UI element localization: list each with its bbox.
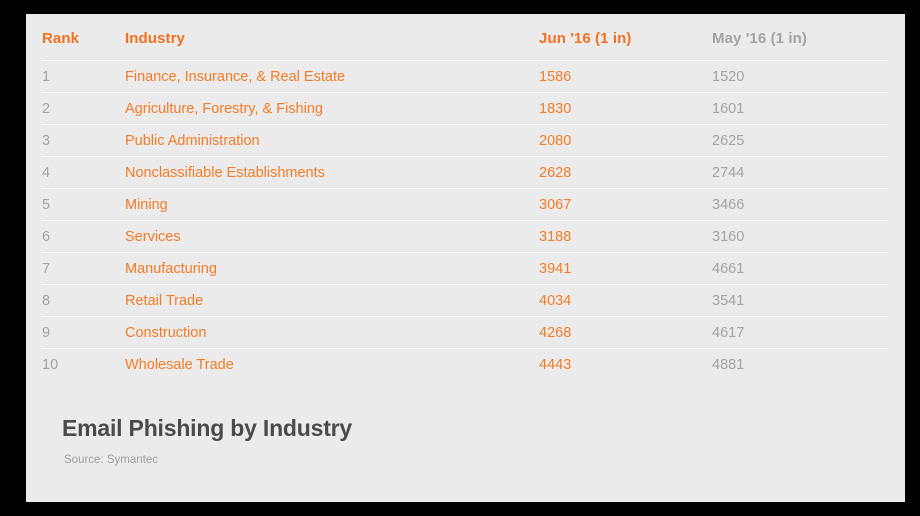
cell-rank: 7 bbox=[42, 260, 51, 277]
cell-rank: 8 bbox=[42, 292, 51, 309]
table-header: Rank Industry Jun '16 (1 in) May '16 (1 … bbox=[42, 30, 889, 61]
cell-may-16: 1520 bbox=[712, 68, 745, 85]
cell-jun-16: 4034 bbox=[539, 292, 572, 309]
cell-jun-16: 2628 bbox=[539, 164, 572, 181]
cell-rank: 9 bbox=[42, 324, 51, 341]
cell-rank: 5 bbox=[42, 196, 51, 213]
column-header-may-16: May '16 (1 in) bbox=[712, 30, 807, 47]
cell-industry: Construction bbox=[125, 324, 207, 341]
cell-jun-16: 4443 bbox=[539, 356, 572, 373]
cell-rank: 4 bbox=[42, 164, 51, 181]
cell-industry: Services bbox=[125, 228, 181, 245]
cell-jun-16: 1586 bbox=[539, 68, 572, 85]
cell-rank: 2 bbox=[42, 100, 51, 117]
table-row: 5 Mining 3067 3466 bbox=[42, 189, 889, 221]
cell-industry: Public Administration bbox=[125, 132, 260, 149]
cell-jun-16: 3067 bbox=[539, 196, 572, 213]
cell-may-16: 2625 bbox=[712, 132, 745, 149]
cell-industry: Retail Trade bbox=[125, 292, 204, 309]
cell-may-16: 4661 bbox=[712, 260, 745, 277]
table-row: 4 Nonclassifiable Establishments 2628 2744 bbox=[42, 157, 889, 189]
phishing-by-industry-table: Rank Industry Jun '16 (1 in) May '16 (1 … bbox=[42, 30, 889, 380]
cell-jun-16: 1830 bbox=[539, 100, 572, 117]
infographic-card: Rank Industry Jun '16 (1 in) May '16 (1 … bbox=[26, 14, 905, 502]
cell-industry: Manufacturing bbox=[125, 260, 217, 277]
table-row: 8 Retail Trade 4034 3541 bbox=[42, 285, 889, 317]
cell-jun-16: 2080 bbox=[539, 132, 572, 149]
table-row: 10 Wholesale Trade 4443 4881 bbox=[42, 349, 889, 381]
cell-rank: 1 bbox=[42, 68, 51, 85]
cell-industry: Agriculture, Forestry, & Fishing bbox=[125, 100, 323, 117]
cell-jun-16: 3941 bbox=[539, 260, 572, 277]
cell-industry: Nonclassifiable Establishments bbox=[125, 164, 325, 181]
cell-may-16: 2744 bbox=[712, 164, 745, 181]
cell-industry: Finance, Insurance, & Real Estate bbox=[125, 68, 346, 85]
cell-may-16: 3541 bbox=[712, 292, 745, 309]
column-header-jun-16: Jun '16 (1 in) bbox=[539, 30, 632, 47]
cell-rank: 6 bbox=[42, 228, 51, 245]
cell-jun-16: 3188 bbox=[539, 228, 572, 245]
cell-may-16: 3466 bbox=[712, 196, 745, 213]
cell-industry: Mining bbox=[125, 196, 168, 213]
table-row: 3 Public Administration 2080 2625 bbox=[42, 125, 889, 157]
cell-may-16: 4881 bbox=[712, 356, 745, 373]
column-header-rank: Rank bbox=[42, 30, 80, 47]
table-row: 1 Finance, Insurance, & Real Estate 1586 15… bbox=[42, 61, 889, 93]
cell-rank: 10 bbox=[42, 356, 59, 373]
cell-may-16: 3160 bbox=[712, 228, 745, 245]
cell-rank: 3 bbox=[42, 132, 51, 149]
table-row: 7 Manufacturing 3941 4661 bbox=[42, 253, 889, 285]
cell-industry: Wholesale Trade bbox=[125, 356, 234, 373]
cell-jun-16: 4268 bbox=[539, 324, 572, 341]
cell-may-16: 4617 bbox=[712, 324, 745, 341]
source-attribution: Source: Symantec bbox=[64, 454, 158, 466]
cell-may-16: 1601 bbox=[712, 100, 745, 117]
table-row: 9 Construction 4268 4617 bbox=[42, 317, 889, 349]
page-title: Email Phishing by Industry bbox=[62, 415, 353, 441]
table-body: 1 Finance, Insurance, & Real Estate 1586 15… bbox=[42, 61, 889, 381]
table-header-row: Rank Industry Jun '16 (1 in) May '16 (1 … bbox=[42, 30, 889, 61]
chart-caption: Email Phishing by Industry Source: Syman… bbox=[62, 415, 862, 466]
column-header-industry: Industry bbox=[125, 30, 185, 47]
table-row: 2 Agriculture, Forestry, & Fishing 1830 160… bbox=[42, 93, 889, 125]
table-row: 6 Services 3188 3160 bbox=[42, 221, 889, 253]
